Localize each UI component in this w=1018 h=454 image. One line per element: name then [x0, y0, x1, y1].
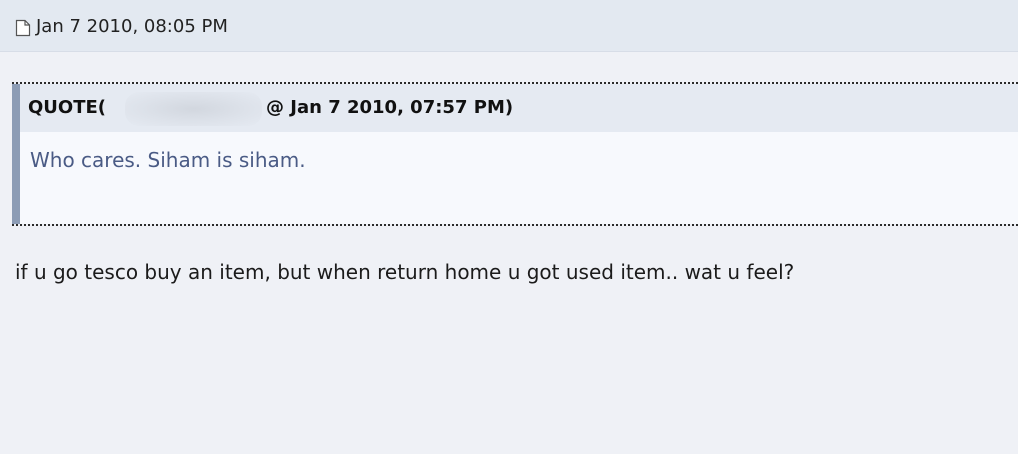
post-message: if u go tesco buy an item, but when retu… — [15, 260, 795, 284]
post-date: Jan 7 2010, 08:05 PM — [36, 16, 228, 37]
quote-text: Who cares. Siham is siham. — [30, 148, 306, 172]
blurred-username — [125, 92, 262, 126]
post-header: Jan 7 2010, 08:05 PM — [0, 0, 1018, 52]
forum-post: Jan 7 2010, 08:05 PM QUOTE( @ Jan 7 2010… — [0, 0, 1018, 454]
quote-label: QUOTE( — [28, 97, 107, 118]
document-icon — [15, 19, 31, 37]
quote-accent-bar — [12, 84, 20, 224]
quote-header: QUOTE( @ Jan 7 2010, 07:57 PM) — [20, 84, 1018, 132]
quote-block: QUOTE( @ Jan 7 2010, 07:57 PM) Who cares… — [12, 82, 1018, 226]
quote-timestamp: @ Jan 7 2010, 07:57 PM) — [266, 97, 514, 118]
quote-body: Who cares. Siham is siham. — [20, 132, 1018, 224]
